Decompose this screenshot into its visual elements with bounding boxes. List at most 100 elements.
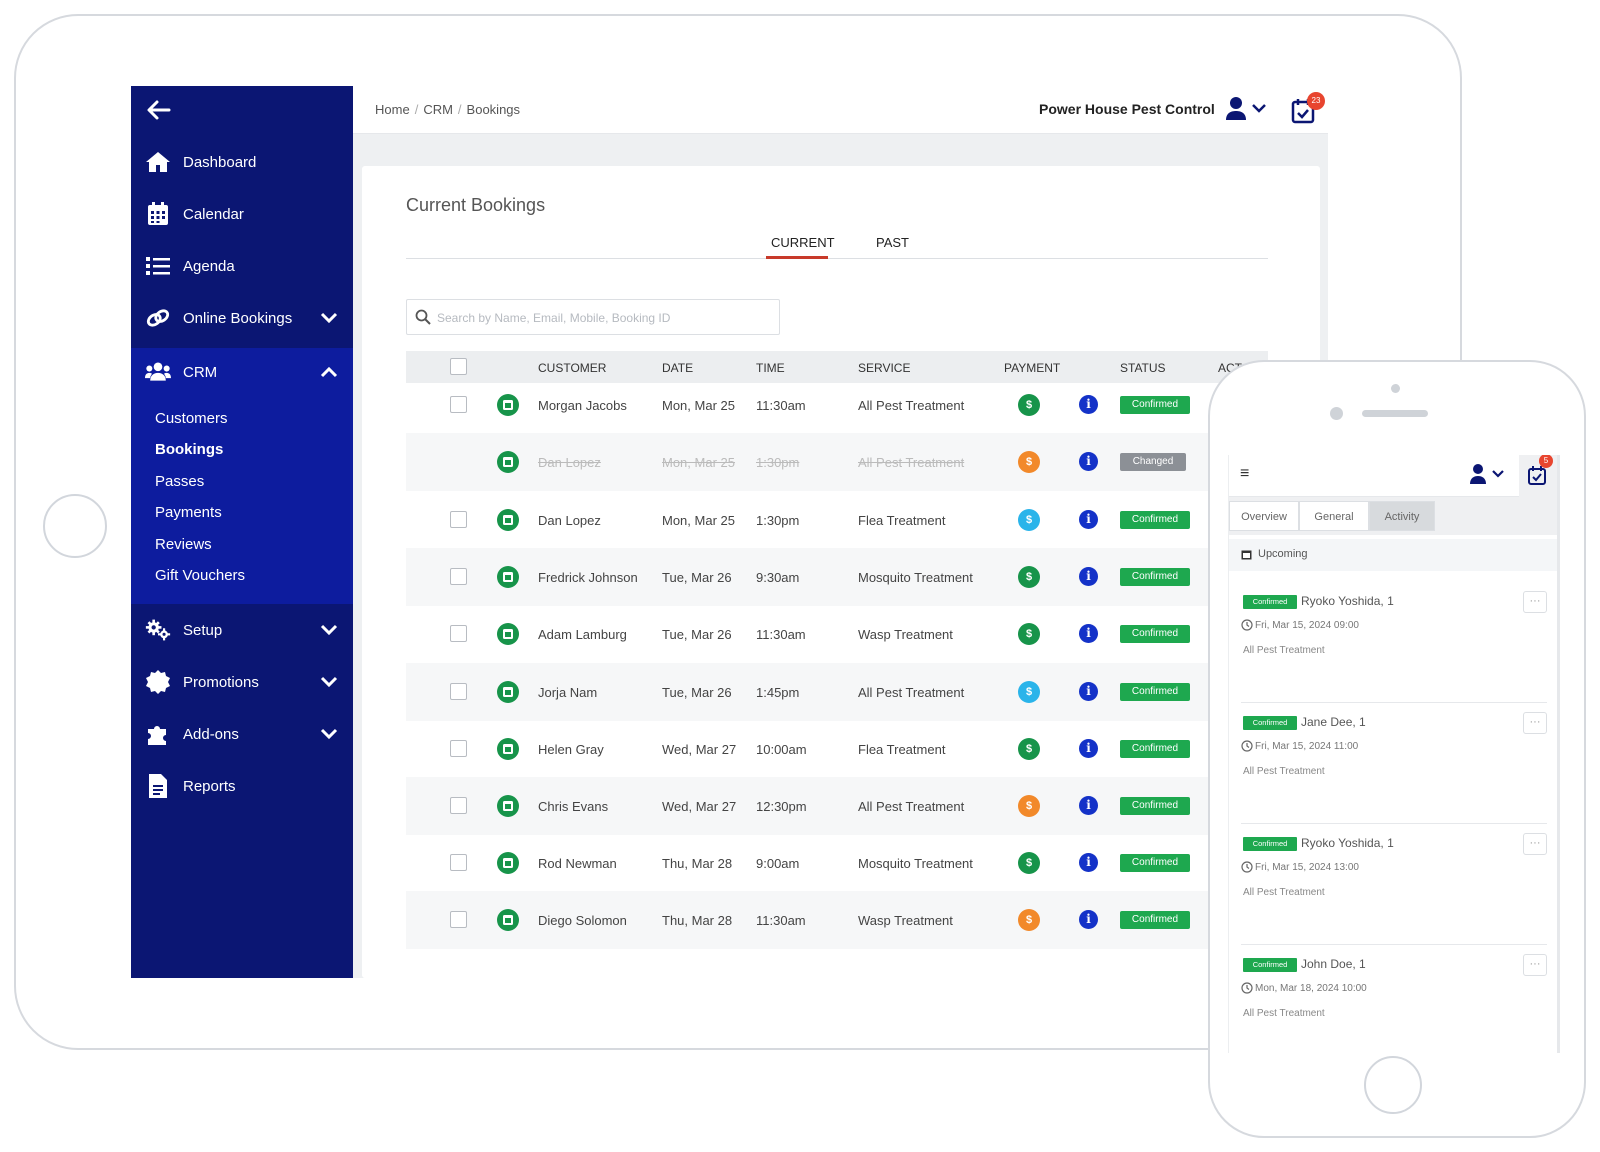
booking-icon[interactable] — [496, 737, 520, 761]
row-checkbox[interactable] — [450, 396, 467, 413]
table-row[interactable]: Rod Newman Thu, Mar 28 9:00am Mosquito Trea… — [406, 834, 1268, 892]
customer-cell[interactable]: Jorja Nam — [538, 685, 597, 700]
phone-tab-activity[interactable]: Activity — [1369, 501, 1435, 531]
customer-cell[interactable]: Diego Solomon — [538, 913, 627, 928]
info-icon[interactable]: i — [1079, 510, 1098, 529]
row-checkbox[interactable] — [450, 797, 467, 814]
booking-icon[interactable] — [496, 565, 520, 589]
booking-icon[interactable] — [496, 393, 520, 417]
activity-item[interactable]: Confirmed John Doe, 1 Mon, Mar 18, 2024 10… — [1241, 946, 1547, 1053]
hamburger-menu-icon[interactable]: ≡ — [1240, 465, 1249, 483]
payment-dollar-icon[interactable]: $ — [1018, 852, 1040, 874]
more-options-button[interactable]: ··· — [1523, 954, 1547, 976]
info-icon[interactable]: i — [1079, 567, 1098, 586]
sidebar-item-crm[interactable]: CRM — [131, 348, 353, 396]
payment-dollar-icon[interactable]: $ — [1018, 394, 1040, 416]
table-row[interactable]: Adam Lamburg Tue, Mar 26 11:30am Wasp Treat… — [406, 605, 1268, 663]
table-row[interactable]: Chris Evans Wed, Mar 27 12:30pm All Pest Tr… — [406, 777, 1268, 835]
table-row[interactable]: Jorja Nam Tue, Mar 26 1:45pm All Pest Treat… — [406, 663, 1268, 721]
activity-item[interactable]: Confirmed Ryoko Yoshida, 1 Fri, Mar 15, 20… — [1241, 825, 1547, 945]
activity-item[interactable]: Confirmed Ryoko Yoshida, 1 Fri, Mar 15, 20… — [1241, 583, 1547, 703]
sidebar-subitem-customers[interactable]: Customers — [155, 410, 228, 427]
activity-customer[interactable]: Jane Dee, 1 — [1301, 715, 1366, 729]
info-icon[interactable]: i — [1079, 452, 1098, 471]
booking-icon[interactable] — [496, 450, 520, 474]
activity-customer[interactable]: John Doe, 1 — [1301, 957, 1366, 971]
column-customer[interactable]: CUSTOMER — [538, 361, 606, 375]
info-icon[interactable]: i — [1079, 395, 1098, 414]
info-icon[interactable]: i — [1079, 682, 1098, 701]
row-checkbox[interactable] — [450, 854, 467, 871]
booking-icon[interactable] — [496, 908, 520, 932]
row-checkbox[interactable] — [450, 568, 467, 585]
more-options-button[interactable]: ··· — [1523, 591, 1547, 613]
info-icon[interactable]: i — [1079, 796, 1098, 815]
payment-dollar-icon[interactable]: $ — [1018, 681, 1040, 703]
more-options-button[interactable]: ··· — [1523, 833, 1547, 855]
booking-icon[interactable] — [496, 508, 520, 532]
sidebar-item-dashboard[interactable]: Dashboard — [131, 138, 353, 186]
phone-calendar-button[interactable]: 5 — [1519, 455, 1557, 497]
payment-dollar-icon[interactable]: $ — [1018, 509, 1040, 531]
sidebar-item-agenda[interactable]: Agenda — [131, 242, 353, 290]
booking-icon[interactable] — [496, 622, 520, 646]
phone-tab-general[interactable]: General — [1299, 501, 1369, 531]
sidebar-item-setup[interactable]: Setup — [131, 606, 353, 654]
sidebar-subitem-reviews[interactable]: Reviews — [155, 536, 212, 553]
table-row[interactable]: Dan Lopez Mon, Mar 25 1:30pm Flea Treatment… — [406, 491, 1268, 549]
table-row[interactable]: Dan Lopez Mon, Mar 25 1:30pm All Pest Treat… — [406, 433, 1268, 491]
sidebar-item-online-bookings[interactable]: Online Bookings — [131, 294, 353, 342]
info-icon[interactable]: i — [1079, 910, 1098, 929]
row-checkbox[interactable] — [450, 911, 467, 928]
user-menu-icon[interactable] — [1225, 96, 1269, 122]
sidebar-item-reports[interactable]: Reports — [131, 762, 353, 810]
activity-item[interactable]: Confirmed Jane Dee, 1 Fri, Mar 15, 2024 11… — [1241, 704, 1547, 824]
payment-dollar-icon[interactable]: $ — [1018, 738, 1040, 760]
sidebar-subitem-gift-vouchers[interactable]: Gift Vouchers — [155, 567, 245, 584]
chevron-down-icon[interactable] — [319, 620, 339, 640]
sidebar-item-promotions[interactable]: Promotions — [131, 658, 353, 706]
customer-cell[interactable]: Dan Lopez — [538, 513, 601, 528]
phone-tab-overview[interactable]: Overview — [1229, 501, 1299, 531]
column-payment[interactable]: PAYMENT — [1004, 361, 1060, 375]
customer-cell[interactable]: Adam Lamburg — [538, 627, 627, 642]
customer-cell[interactable]: Rod Newman — [538, 856, 617, 871]
table-row[interactable]: Fredrick Johnson Tue, Mar 26 9:30am Mosquit… — [406, 548, 1268, 606]
table-row[interactable]: Diego Solomon Thu, Mar 28 11:30am Wasp Trea… — [406, 891, 1268, 949]
back-arrow-icon[interactable] — [145, 98, 173, 122]
chevron-up-icon[interactable] — [319, 362, 339, 382]
customer-cell[interactable]: Dan Lopez — [538, 455, 601, 470]
breadcrumb-crm[interactable]: CRM — [423, 102, 453, 117]
customer-cell[interactable]: Chris Evans — [538, 799, 608, 814]
customer-cell[interactable]: Fredrick Johnson — [538, 570, 638, 585]
booking-icon[interactable] — [496, 851, 520, 875]
booking-icon[interactable] — [496, 680, 520, 704]
sidebar-subitem-payments[interactable]: Payments — [155, 504, 222, 521]
table-row[interactable]: Morgan Jacobs Mon, Mar 25 11:30am All Pest … — [406, 376, 1268, 434]
info-icon[interactable]: i — [1079, 739, 1098, 758]
column-date[interactable]: DATE — [662, 361, 693, 375]
table-row[interactable]: Helen Gray Wed, Mar 27 10:00am Flea Treatme… — [406, 720, 1268, 778]
row-checkbox[interactable] — [450, 740, 467, 757]
payment-dollar-icon[interactable]: $ — [1018, 451, 1040, 473]
payment-dollar-icon[interactable]: $ — [1018, 909, 1040, 931]
info-icon[interactable]: i — [1079, 853, 1098, 872]
activity-customer[interactable]: Ryoko Yoshida, 1 — [1301, 836, 1394, 850]
row-checkbox[interactable] — [450, 511, 467, 528]
customer-cell[interactable]: Helen Gray — [538, 742, 604, 757]
customer-cell[interactable]: Morgan Jacobs — [538, 398, 627, 413]
column-status[interactable]: STATUS — [1120, 361, 1166, 375]
chevron-down-icon[interactable] — [319, 308, 339, 328]
search-box[interactable] — [406, 299, 780, 335]
row-checkbox[interactable] — [450, 625, 467, 642]
sidebar-subitem-passes[interactable]: Passes — [155, 473, 204, 490]
breadcrumb-home[interactable]: Home — [375, 102, 410, 117]
select-all-checkbox[interactable] — [450, 358, 467, 375]
payment-dollar-icon[interactable]: $ — [1018, 795, 1040, 817]
sidebar-subitem-bookings[interactable]: Bookings — [155, 441, 223, 458]
payment-dollar-icon[interactable]: $ — [1018, 623, 1040, 645]
booking-icon[interactable] — [496, 794, 520, 818]
chevron-down-icon[interactable] — [319, 724, 339, 744]
chevron-down-icon[interactable] — [319, 672, 339, 692]
column-time[interactable]: TIME — [756, 361, 785, 375]
